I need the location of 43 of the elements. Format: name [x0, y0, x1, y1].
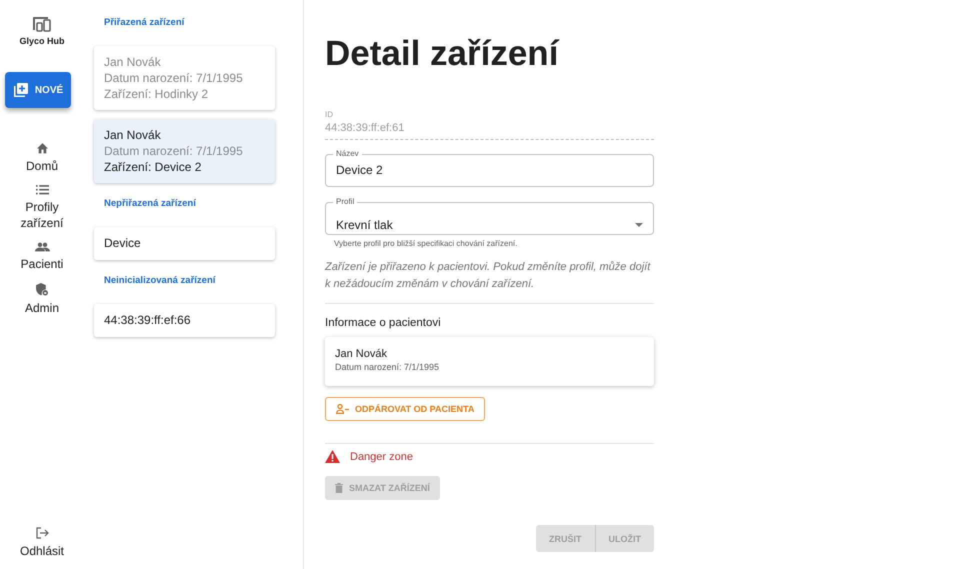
nav-item[interactable]: Admin	[7, 283, 77, 316]
danger-zone-title: Danger zone	[350, 450, 413, 462]
warning-text: Zařízení je přiřazeno k pacientovi. Pokud změníte profil, může dojít k nežádoucím změnám v chování zařízení.	[325, 260, 652, 292]
logout-item[interactable]: Odhlásit	[7, 527, 77, 559]
patient-name: Jan Novák	[335, 347, 388, 361]
device-card[interactable]: 44:38:39:ff:ef:66	[94, 304, 275, 337]
app-name: Glyco Hub	[19, 36, 64, 46]
devices-icon	[32, 16, 52, 32]
add-icon	[12, 82, 28, 98]
card-detail: Zařízení: Device 2	[104, 159, 202, 175]
nav-item[interactable]: Pacienti	[7, 242, 77, 272]
home-icon	[36, 142, 48, 154]
logout-icon	[36, 527, 48, 539]
device-card[interactable]: Device	[94, 227, 275, 260]
nav-item[interactable]: Domů	[7, 142, 77, 174]
trash-icon	[335, 483, 343, 493]
person-remove-icon	[336, 404, 349, 414]
field-label: ID	[325, 110, 334, 119]
helper-text: Vyberte profil pro bližší specifikaci chování zařízení.	[334, 239, 518, 248]
people-icon	[34, 242, 50, 252]
card-title: Device	[104, 235, 142, 251]
section-heading: Přiřazená zařízení	[104, 16, 186, 30]
page-title: Detail zařízení	[325, 33, 560, 75]
card-title: Jan Novák	[104, 127, 162, 143]
profile-select[interactable]: Profil Krevní tlak	[325, 198, 654, 235]
warning-icon	[325, 450, 340, 463]
device-card[interactable]: Jan Novák Datum narození: 7/1/1995 Zařízení: Device 2	[94, 119, 275, 183]
dropdown-icon	[635, 223, 643, 227]
id-field: 44:38:39:ff:ef:61	[325, 119, 654, 140]
nav-item[interactable]: Profily zařízení	[7, 185, 77, 231]
card-subtitle: Datum narození: 7/1/1995	[104, 143, 244, 159]
section-heading: Nepřiřazená zařízení	[104, 197, 198, 211]
card-title: 44:38:39:ff:ef:66	[104, 312, 192, 328]
card-detail: Zařízení: Hodinky 2	[104, 86, 210, 102]
card-subtitle: Datum narození: 7/1/1995	[104, 70, 244, 86]
new-button[interactable]: NOVÉ	[5, 72, 71, 108]
list-icon	[36, 185, 48, 195]
section-heading: Neinicializovaná zařízení	[104, 274, 217, 288]
shield-icon	[36, 283, 48, 296]
name-field[interactable]: Název Device 2	[325, 150, 654, 187]
section-heading: Informace o pacientovi	[325, 317, 442, 329]
card-title: Jan Novák	[104, 54, 162, 70]
patient-birth-date: Datum narození: 7/1/1995	[335, 361, 440, 374]
